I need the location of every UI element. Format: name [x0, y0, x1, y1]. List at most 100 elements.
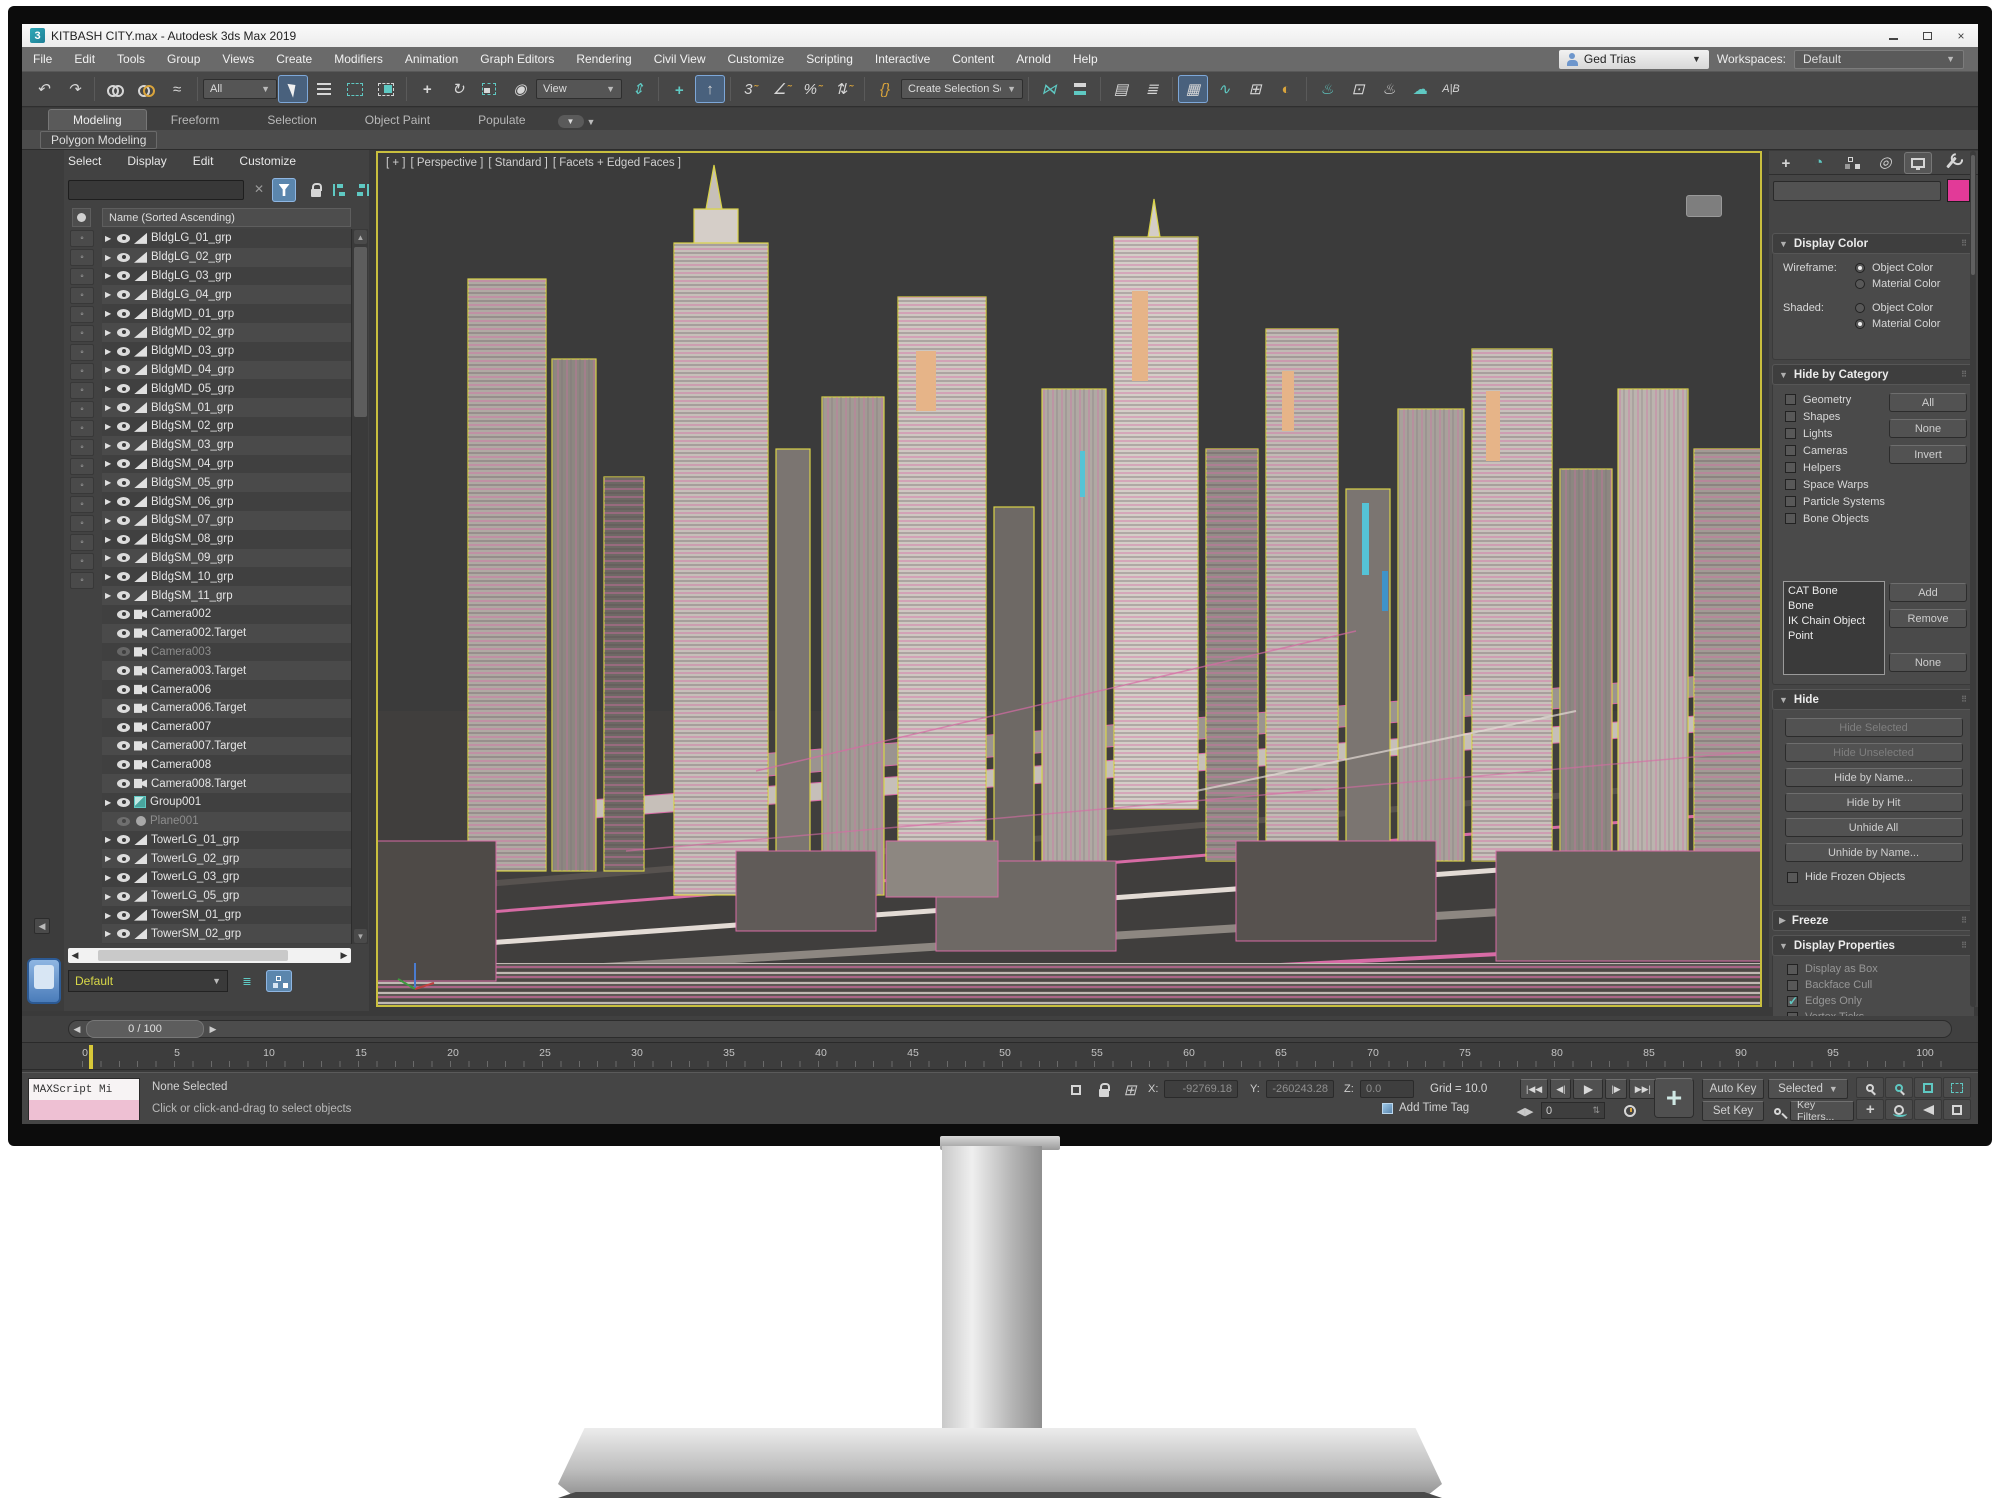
expand-arrow-icon[interactable]: ▶ — [105, 591, 113, 600]
expand-arrow-icon[interactable]: ▶ — [105, 234, 113, 243]
explorer-row[interactable]: ▶ BldgSM_03_grp — [102, 435, 351, 455]
select-and-link-icon[interactable] — [100, 75, 130, 103]
expand-arrow-icon[interactable]: ▶ — [105, 535, 113, 544]
modify-tab-icon[interactable] — [1805, 152, 1833, 174]
material-editor-icon[interactable] — [1271, 75, 1301, 103]
explorer-row[interactable]: ▶ TowerLG_03_grp — [102, 868, 351, 887]
radio-shaded-material-color[interactable] — [1855, 319, 1865, 329]
category-checkbox[interactable] — [1785, 462, 1796, 473]
explorer-filter-xrefs-icon[interactable]: ◦ — [70, 496, 94, 513]
bone-list-item[interactable]: Bone — [1788, 599, 1880, 614]
explorer-vertical-scrollbar[interactable]: ▲ ▼ — [351, 229, 368, 944]
explorer-filter-display-frozen-icon[interactable]: ◦ — [70, 515, 94, 532]
visibility-eye-icon[interactable] — [117, 553, 130, 563]
visibility-eye-icon[interactable] — [117, 252, 130, 262]
previous-frame-icon[interactable]: ◀ — [70, 1021, 84, 1037]
field-of-view-icon[interactable] — [1914, 1099, 1942, 1120]
expand-arrow-icon[interactable]: ▶ — [105, 384, 113, 393]
hide-action-button[interactable]: Unhide by Name... — [1784, 843, 1963, 862]
explorer-row[interactable]: ▶ TowerLG_05_grp — [102, 886, 351, 906]
expand-arrow-icon[interactable]: ▶ — [105, 572, 113, 581]
explorer-filter-shapes-icon[interactable]: ◦ — [70, 268, 94, 285]
explorer-row[interactable]: ▶ BldgMD_05_grp — [102, 379, 351, 398]
visibility-eye-icon[interactable] — [117, 647, 130, 657]
set-key-button[interactable]: Set Key — [1702, 1101, 1764, 1121]
expand-arrow-icon[interactable]: ▶ — [105, 441, 113, 450]
key-mode-toggle-icon[interactable]: ◀▶ — [1516, 1100, 1534, 1122]
explorer-row[interactable]: ▶ BldgMD_02_grp — [102, 322, 351, 342]
play-animation-icon[interactable]: ▶ — [1573, 1079, 1604, 1099]
explorer-row[interactable]: ▶ TowerSM_02_grp — [102, 924, 351, 944]
zoom-region-icon[interactable] — [1943, 1077, 1971, 1098]
explorer-row[interactable]: ▶ Camera006.Target — [102, 698, 351, 718]
select-and-manipulate-icon[interactable] — [664, 75, 694, 103]
visibility-eye-icon[interactable] — [117, 403, 130, 413]
close-button[interactable]: × — [1944, 24, 1978, 47]
y-coordinate-field[interactable]: -260243.28 — [1266, 1080, 1334, 1098]
isolate-toolbar-button[interactable] — [27, 958, 61, 1004]
keyboard-shortcut-override-icon[interactable] — [695, 75, 725, 103]
explorer-row[interactable]: ▶ Camera007.Target — [102, 736, 351, 756]
display-property-checkbox[interactable] — [1787, 963, 1798, 975]
expand-hierarchy-icon[interactable] — [328, 178, 352, 202]
panel-scrollbar[interactable] — [1970, 151, 1976, 1007]
explorer-row[interactable]: ▶ BldgLG_04_grp — [102, 285, 351, 305]
scroll-down-icon[interactable]: ▼ — [354, 929, 367, 943]
visibility-eye-icon[interactable] — [117, 365, 130, 375]
key-filters-button[interactable]: Key Filters... — [1790, 1099, 1854, 1123]
visibility-eye-icon[interactable] — [117, 722, 130, 732]
workspace-dropdown[interactable]: Default ▼ — [1794, 49, 1964, 69]
render-setup-icon[interactable] — [1312, 75, 1342, 103]
visibility-eye-icon[interactable] — [117, 929, 130, 939]
viewport-pov-menu[interactable]: [ Perspective ] — [411, 157, 484, 169]
menu-item[interactable]: Modifiers — [323, 47, 394, 71]
ribbon-tab[interactable]: Selection — [243, 110, 340, 130]
display-property-checkbox[interactable] — [1787, 994, 1798, 1008]
category-checkbox[interactable] — [1785, 411, 1796, 422]
explorer-horizontal-scrollbar[interactable]: ◀ ▶ — [68, 948, 351, 963]
select-and-rotate-icon[interactable] — [443, 75, 473, 103]
maximize-button[interactable] — [1910, 24, 1944, 47]
menu-item[interactable]: File — [22, 47, 63, 71]
schematic-view-icon[interactable] — [1240, 75, 1270, 103]
category-checkbox[interactable] — [1785, 496, 1796, 507]
explorer-row[interactable]: ▶ TowerLG_01_grp — [102, 831, 351, 850]
explorer-filter-lights-icon[interactable]: ◦ — [70, 287, 94, 304]
add-time-tag[interactable]: Add Time Tag — [1382, 1102, 1469, 1114]
visibility-eye-icon[interactable] — [117, 572, 130, 582]
visibility-eye-icon[interactable] — [117, 346, 130, 356]
polygon-modeling-panel[interactable]: Polygon Modeling — [40, 130, 158, 149]
viewport-shading-menu[interactable]: [ Facets + Edged Faces ] — [553, 157, 681, 169]
expand-arrow-icon[interactable]: ▶ — [105, 892, 113, 901]
explorer-row[interactable]: ▶ BldgSM_04_grp — [102, 455, 351, 474]
render-in-cloud-icon[interactable] — [1405, 75, 1435, 103]
selection-set-key-dropdown[interactable]: Selected ▼ — [1768, 1079, 1848, 1099]
z-coordinate-field[interactable]: 0.0 — [1360, 1080, 1414, 1098]
visibility-eye-icon[interactable] — [117, 685, 130, 695]
visibility-eye-icon[interactable] — [117, 515, 130, 525]
expand-arrow-icon[interactable]: ▶ — [105, 497, 113, 506]
explorer-menu-item[interactable]: Customize — [239, 154, 296, 168]
expand-arrow-icon[interactable]: ▶ — [105, 854, 113, 863]
hide-action-button[interactable]: Hide Selected — [1784, 718, 1963, 737]
visibility-eye-icon[interactable] — [117, 835, 130, 845]
menu-item[interactable]: Interactive — [864, 47, 941, 71]
explorer-row[interactable]: ▶ Group001 — [102, 793, 351, 812]
go-to-start-icon[interactable]: |◀◀ — [1520, 1079, 1549, 1099]
ribbon-tab[interactable]: Populate — [454, 110, 549, 130]
explorer-filter-geometry-icon[interactable]: ◦ — [70, 249, 94, 266]
ribbon-tab[interactable]: Object Paint — [341, 110, 454, 130]
explorer-row[interactable]: ▶ TowerSM_01_grp — [102, 906, 351, 925]
expand-arrow-icon[interactable]: ▶ — [105, 835, 113, 844]
visibility-eye-icon[interactable] — [117, 271, 130, 281]
scroll-right-icon[interactable]: ▶ — [337, 950, 351, 961]
unlink-selection-icon[interactable] — [131, 75, 161, 103]
explorer-row[interactable]: ▶ Camera008 — [102, 755, 351, 774]
menu-item[interactable]: Create — [265, 47, 323, 71]
toggle-ribbon-icon[interactable] — [1178, 75, 1208, 103]
zoom-extents-icon[interactable] — [1914, 1077, 1942, 1098]
select-and-move-icon[interactable] — [412, 75, 442, 103]
visibility-eye-icon[interactable] — [117, 910, 130, 920]
expand-arrow-icon[interactable]: ▶ — [105, 478, 113, 487]
create-tab-icon[interactable] — [1772, 152, 1800, 174]
